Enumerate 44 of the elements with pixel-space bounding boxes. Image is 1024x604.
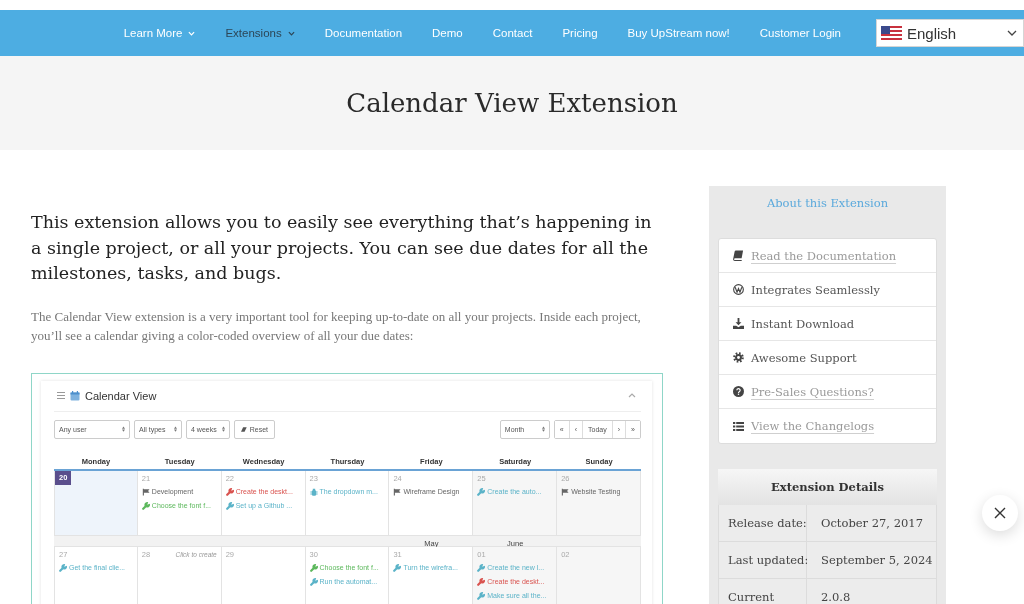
table-cell: September 5, 2024 [807, 542, 937, 579]
close-button[interactable] [982, 495, 1018, 531]
nav-link[interactable]: Learn More [123, 27, 196, 39]
table-cell: Release date: [718, 505, 807, 542]
nav-link[interactable]: Contact [492, 27, 533, 39]
nav-link[interactable]: Documentation [324, 27, 403, 39]
updown-icon [541, 426, 545, 432]
page-title: Calendar View Extension [346, 88, 678, 118]
us-flag-icon [881, 26, 902, 40]
updown-icon [122, 426, 125, 432]
chevron-up-icon[interactable] [628, 393, 636, 398]
nav-link[interactable]: Demo [432, 27, 463, 39]
intro-text: This extension allows you to easily see everything that’s happening in a single project, or all your projects. You can see due dates for all the milestones, tasks, and bugs. [31, 211, 653, 285]
nav-link[interactable]: Customer Login [759, 27, 841, 39]
table-cell: Last updated: [718, 542, 807, 579]
sidebar-title: About this Extension [765, 196, 890, 210]
eraser-icon [241, 426, 247, 432]
description-text: The Calendar View extension is a very important tool for keeping up-to-date on all your projects. Inside each project, you’ll see a calendar giving a color-coded overview of all your due dates: [31, 307, 642, 345]
chevron-down-icon [1007, 30, 1017, 36]
language-select[interactable]: English [876, 19, 1024, 47]
list-icon [733, 420, 744, 432]
calendar-title: Calendar View [85, 389, 157, 402]
close-icon [994, 507, 1006, 519]
details-header: Extension Details [718, 469, 937, 505]
calendar-icon [70, 390, 80, 401]
info-link[interactable]: View the Changelogs [751, 419, 875, 433]
info-text: Instant Download [751, 316, 855, 331]
info-text: Integrates Seamlessly [751, 282, 880, 297]
info-link[interactable]: Read the Documentation [751, 248, 897, 263]
book-icon [733, 250, 744, 261]
download-icon [733, 318, 744, 329]
nav-link[interactable]: Pricing [562, 27, 598, 39]
table-cell: October 27, 2017 [807, 505, 937, 542]
table-cell: Current [718, 579, 807, 604]
nav-link[interactable]: Extensions [225, 27, 295, 39]
nav-link[interactable]: Buy UpStream now! [627, 27, 730, 39]
menu-icon[interactable] [57, 392, 65, 399]
updown-icon [174, 426, 177, 432]
updown-icon [222, 426, 225, 432]
gear-icon [733, 352, 744, 363]
info-text: Awesome Support [751, 350, 857, 365]
w-logo-icon [733, 284, 744, 295]
question-icon [733, 386, 744, 397]
info-link[interactable]: Pre-Sales Questions? [751, 384, 874, 399]
